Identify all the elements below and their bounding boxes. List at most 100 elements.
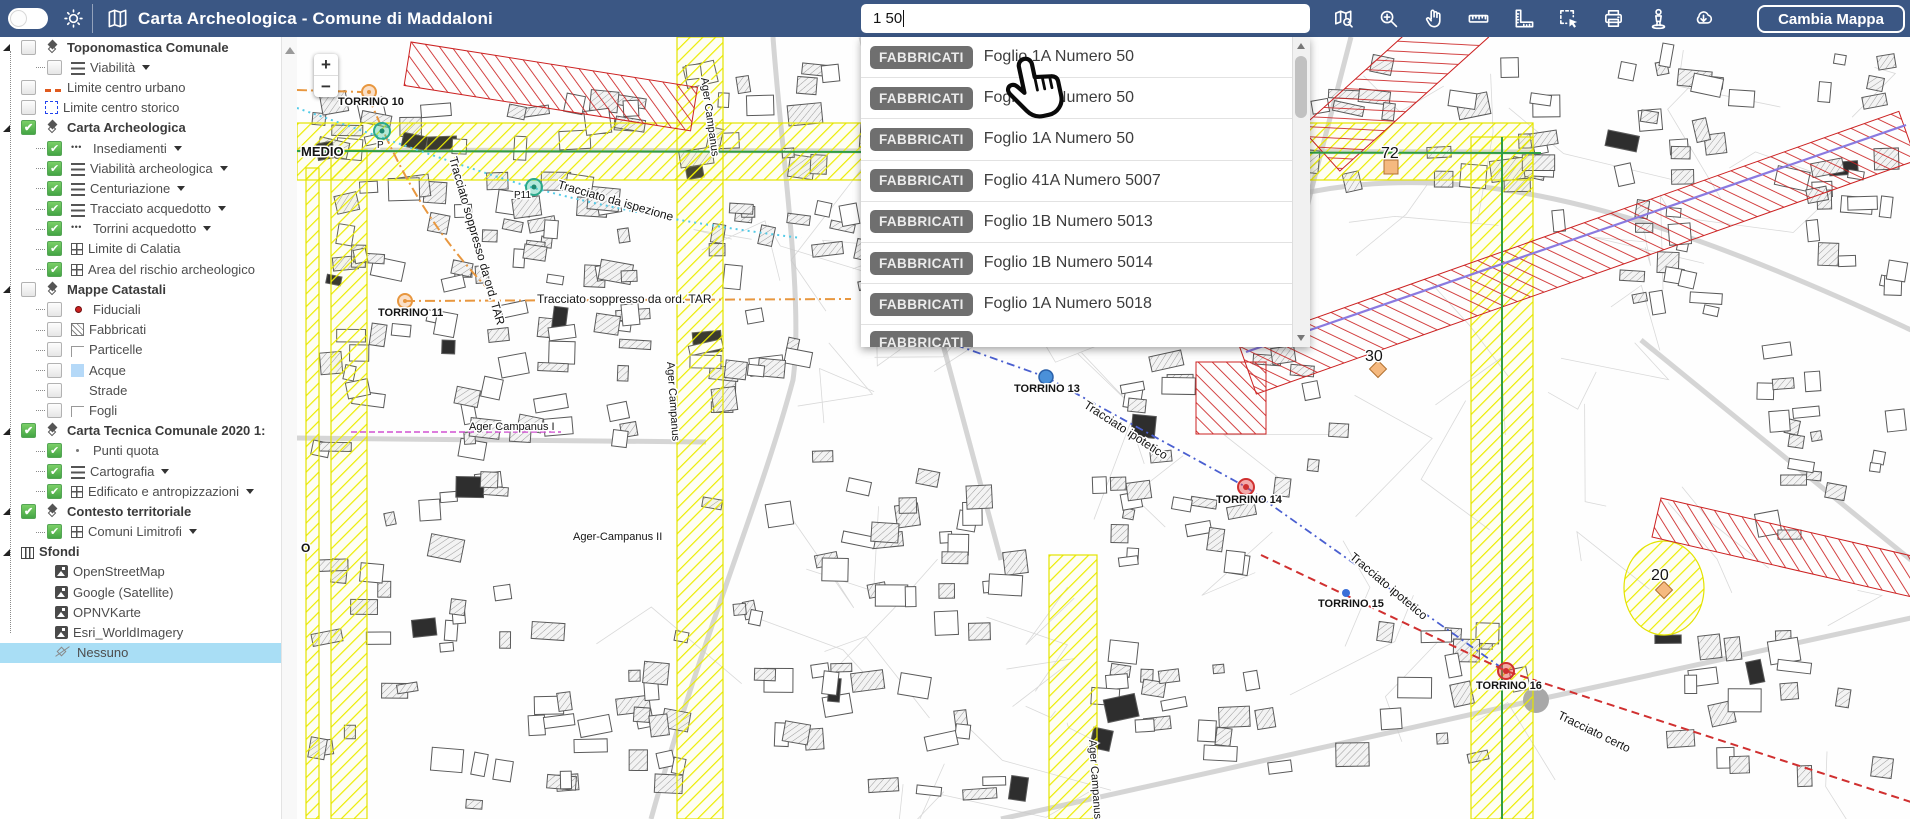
scroll-up-arrow[interactable] — [285, 47, 295, 54]
expand-arrow-icon[interactable] — [3, 44, 10, 51]
layer-tree-item-viabilit-archeologica[interactable]: Viabilità archeologica — [0, 158, 281, 178]
layer-tree-item-viabilit[interactable]: Viabilità — [0, 57, 281, 77]
layer-checkbox[interactable] — [47, 484, 62, 499]
layer-tree-item-acque[interactable]: Acque — [0, 360, 281, 380]
layer-checkbox[interactable] — [47, 363, 62, 378]
layer-checkbox[interactable] — [21, 100, 36, 115]
layer-checkbox[interactable] — [47, 443, 62, 458]
feature-search-icon[interactable] — [1330, 5, 1356, 31]
layer-tree-item-limite-centro-storico[interactable]: Limite centro storico — [0, 98, 281, 118]
layer-checkbox[interactable] — [47, 342, 62, 357]
layer-tree-item-centuriazione[interactable]: Centuriazione — [0, 178, 281, 198]
expand-arrow-icon[interactable] — [3, 125, 10, 132]
layer-checkbox[interactable] — [47, 262, 62, 277]
layer-style-caret-icon[interactable] — [142, 65, 150, 70]
layer-tree-item-edificato-e-antropizzazioni[interactable]: Edificato e antropizzazioni — [0, 481, 281, 501]
layer-tree-item-toponomastica-comunale[interactable]: Toponomastica Comunale — [0, 37, 281, 57]
layer-tree-item-contesto-territoriale[interactable]: Contesto territoriale — [0, 501, 281, 521]
download-icon[interactable] — [1690, 5, 1716, 31]
layer-tree-item-strade[interactable]: Strade — [0, 380, 281, 400]
expand-arrow-icon[interactable] — [3, 508, 10, 515]
dropdown-scroll-thumb[interactable] — [1295, 56, 1307, 118]
layer-style-caret-icon[interactable] — [218, 206, 226, 211]
dropdown-scroll-down[interactable] — [1297, 335, 1305, 341]
layer-tree-item-area-del-rischio-archeologico[interactable]: Area del rischio archeologico — [0, 259, 281, 279]
layer-tree-item-insediamenti[interactable]: Insediamenti — [0, 138, 281, 158]
layer-checkbox[interactable] — [21, 80, 36, 95]
layer-tree-item-fabbricati[interactable]: Fabbricati — [0, 320, 281, 340]
layer-tree-item-opnvkarte[interactable]: OPNVKarte — [0, 602, 281, 622]
search-result-item[interactable]: FABBRICATIFoglio 1B Numero 5013 — [861, 202, 1293, 243]
dropdown-scrollbar[interactable] — [1292, 37, 1310, 347]
layer-style-caret-icon[interactable] — [220, 166, 228, 171]
layer-style-caret-icon[interactable] — [174, 146, 182, 151]
layer-tree-item-sfondi[interactable]: Sfondi — [0, 542, 281, 562]
search-result-item[interactable]: FABBRICATIFoglio 1B Numero 5014 — [861, 243, 1293, 284]
layer-style-caret-icon[interactable] — [177, 186, 185, 191]
layer-checkbox[interactable] — [47, 322, 62, 337]
layer-style-caret-icon[interactable] — [161, 469, 169, 474]
zoom-in-icon[interactable] — [1375, 5, 1401, 31]
layer-checkbox[interactable] — [47, 524, 62, 539]
layer-tree-item-openstreetmap[interactable]: OpenStreetMap — [0, 562, 281, 582]
layer-checkbox[interactable] — [47, 181, 62, 196]
layer-checkbox[interactable] — [47, 302, 62, 317]
layer-checkbox[interactable] — [47, 221, 62, 236]
layer-tree-item-tracciato-acquedotto[interactable]: Tracciato acquedotto — [0, 199, 281, 219]
search-result-item[interactable]: FABBRICATIFoglio 41A Numero 5007 — [861, 161, 1293, 202]
layer-checkbox[interactable] — [47, 403, 62, 418]
layer-tree-item-cartografia[interactable]: Cartografia — [0, 461, 281, 481]
layer-tree-item-esri-worldimagery[interactable]: Esri_WorldImagery — [0, 622, 281, 642]
layer-checkbox[interactable] — [47, 60, 62, 75]
layer-tree-item-limite-centro-urbano[interactable]: Limite centro urbano — [0, 77, 281, 97]
layer-style-caret-icon[interactable] — [203, 226, 211, 231]
layer-tree-item-carta-tecnica-comunale-2020-1[interactable]: Carta Tecnica Comunale 2020 1: — [0, 421, 281, 441]
layer-checkbox[interactable] — [21, 504, 36, 519]
search-result-item[interactable]: FABBRICATIFoglio 1A Numero 50 — [861, 37, 1293, 78]
search-result-item[interactable]: FABBRICATI — [861, 325, 1293, 347]
layer-tree-item-nessuno[interactable]: Nessuno — [0, 643, 281, 663]
layer-tree-item-google-satellite[interactable]: Google (Satellite) — [0, 582, 281, 602]
brightness-icon[interactable] — [60, 5, 86, 31]
select-area-icon[interactable] — [1555, 5, 1581, 31]
layer-style-caret-icon[interactable] — [189, 529, 197, 534]
sidebar-toggle-switch[interactable] — [8, 8, 48, 29]
layer-checkbox[interactable] — [47, 161, 62, 176]
zoom-in-button[interactable]: + — [314, 54, 338, 76]
expand-arrow-icon[interactable] — [3, 286, 10, 293]
square-ruler-icon[interactable] — [1510, 5, 1536, 31]
layer-tree-item-carta-archeologica[interactable]: Carta Archeologica — [0, 118, 281, 138]
change-map-button[interactable]: Cambia Mappa — [1757, 5, 1905, 33]
layer-checkbox[interactable] — [47, 383, 62, 398]
layer-style-caret-icon[interactable] — [246, 489, 254, 494]
layer-checkbox[interactable] — [47, 464, 62, 479]
dropdown-scroll-up[interactable] — [1297, 43, 1305, 49]
layer-checkbox[interactable] — [21, 120, 36, 135]
expand-arrow-icon[interactable] — [3, 549, 10, 556]
layer-checkbox[interactable] — [47, 241, 62, 256]
search-input[interactable]: 1 50 — [861, 4, 1310, 33]
print-icon[interactable] — [1600, 5, 1626, 31]
search-result-item[interactable]: FABBRICATIFoglio 1A Numero 50 — [861, 78, 1293, 119]
layer-tree-item-mappe-catastali[interactable]: Mappe Catastali — [0, 279, 281, 299]
layer-tree-item-comuni-limitrofi[interactable]: Comuni Limitrofi — [0, 522, 281, 542]
search-result-item[interactable]: FABBRICATIFoglio 1A Numero 5018 — [861, 284, 1293, 325]
street-view-icon[interactable] — [1645, 5, 1671, 31]
expand-arrow-icon[interactable] — [3, 428, 10, 435]
layer-tree-item-fogli[interactable]: Fogli — [0, 400, 281, 420]
sidebar-scrollbar[interactable] — [281, 37, 297, 819]
ruler-icon[interactable] — [1465, 5, 1491, 31]
layer-checkbox[interactable] — [21, 282, 36, 297]
layer-tree-item-torrini-acquedotto[interactable]: Torrini acquedotto — [0, 219, 281, 239]
layer-tree-item-punti-quota[interactable]: Punti quota — [0, 441, 281, 461]
pan-hand-icon[interactable] — [1420, 5, 1446, 31]
layer-tree-item-particelle[interactable]: Particelle — [0, 340, 281, 360]
layer-checkbox[interactable] — [47, 141, 62, 156]
layer-tree-item-limite-di-calatia[interactable]: Limite di Calatia — [0, 239, 281, 259]
search-result-item[interactable]: FABBRICATIFoglio 1A Numero 50 — [861, 119, 1293, 160]
layer-checkbox[interactable] — [21, 40, 36, 55]
layer-tree-item-fiduciali[interactable]: Fiduciali — [0, 299, 281, 319]
zoom-out-button[interactable]: − — [314, 76, 338, 97]
layer-checkbox[interactable] — [21, 423, 36, 438]
layer-checkbox[interactable] — [47, 201, 62, 216]
